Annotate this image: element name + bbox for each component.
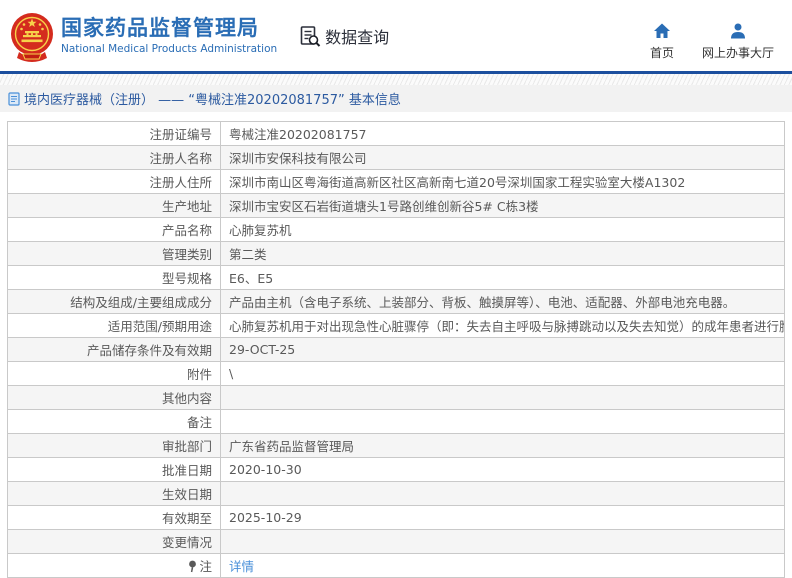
field-value: 深圳市安保科技有限公司 <box>220 145 785 170</box>
table-row: 变更情况 <box>7 529 785 554</box>
org-title-block: 国家药品监督管理局 National Medical Products Admi… <box>61 16 277 54</box>
table-row: 注 详情 <box>7 553 785 578</box>
table-row: 附件 \ <box>7 361 785 386</box>
field-label: 附件 <box>7 361 221 386</box>
hatched-strip <box>0 74 792 85</box>
field-label: 注册证编号 <box>7 121 221 146</box>
table-row: 审批部门 广东省药品监督管理局 <box>7 433 785 458</box>
table-row: 结构及组成/主要组成成分 产品由主机（含电子系统、上装部分、背板、触摸屏等）、电池… <box>7 289 785 314</box>
table-row: 生效日期 <box>7 481 785 506</box>
table-row: 产品名称 心肺复苏机 <box>7 217 785 242</box>
data-query-menu[interactable]: 数据查询 <box>299 24 389 48</box>
field-label: 管理类别 <box>7 241 221 266</box>
field-value: 产品由主机（含电子系统、上装部分、背板、触摸屏等）、电池、适配器、外部电池充电器… <box>220 289 785 314</box>
table-row: 注册证编号 粤械注准20202081757 <box>7 121 785 146</box>
table-row: 注册人住所 深圳市南山区粤海街道高新区社区高新南七道20号深圳国家工程实验室大楼A… <box>7 169 785 194</box>
field-value: 29-OCT-25 <box>220 337 785 362</box>
field-label: 产品名称 <box>7 217 221 242</box>
field-value: 心肺复苏机 <box>220 217 785 242</box>
field-label: 产品储存条件及有效期 <box>7 337 221 362</box>
field-label: 变更情况 <box>7 529 221 554</box>
field-value: 心肺复苏机用于对出现急性心脏骤停（即：失去自主呼吸与脉搏跳动以及失去知觉）的成年… <box>220 313 785 338</box>
table-row: 注册人名称 深圳市安保科技有限公司 <box>7 145 785 170</box>
field-value: 2025-10-29 <box>220 505 785 530</box>
field-label: 批准日期 <box>7 457 221 482</box>
field-label: 型号规格 <box>7 265 221 290</box>
nav-service-hall[interactable]: 网上办事大厅 <box>702 22 774 61</box>
field-value <box>220 385 785 410</box>
field-label: 适用范围/预期用途 <box>7 313 221 338</box>
table-row: 批准日期 2020-10-30 <box>7 457 785 482</box>
nav-service-hall-label: 网上办事大厅 <box>701 46 774 60</box>
registration-detail-table: 注册证编号 粤械注准20202081757 注册人名称 深圳市安保科技有限公司 注册… <box>7 121 785 578</box>
data-query-label: 数据查询 <box>325 27 390 47</box>
field-value <box>220 529 785 554</box>
document-search-icon <box>300 25 321 47</box>
table-row: 型号规格 E6、E5 <box>7 265 785 290</box>
field-value: \ <box>220 361 785 386</box>
field-label: 注册人名称 <box>7 145 221 170</box>
header-nav: 首页 网上办事大厅 <box>650 22 774 61</box>
table-row: 备注 <box>7 409 785 434</box>
table-row: 适用范围/预期用途 心肺复苏机用于对出现急性心脏骤停（即：失去自主呼吸与脉搏跳动以… <box>7 313 785 338</box>
home-icon <box>653 23 670 38</box>
field-value <box>220 409 785 434</box>
field-label: 结构及组成/主要组成成分 <box>7 289 221 314</box>
field-value <box>220 481 785 506</box>
field-value: 2020-10-30 <box>220 457 785 482</box>
field-label: 其他内容 <box>7 385 221 410</box>
field-label: 生产地址 <box>7 193 221 218</box>
org-name-zh: 国家药品监督管理局 <box>61 16 259 41</box>
table-row: 有效期至 2025-10-29 <box>7 505 785 530</box>
field-value: 深圳市南山区粤海街道高新区社区高新南七道20号深圳国家工程实验室大楼A1302 <box>220 169 785 194</box>
field-value: 深圳市宝安区石岩街道塘头1号路创维创新谷5# C栋3楼 <box>220 193 785 218</box>
field-value: 粤械注准20202081757 <box>220 121 785 146</box>
field-value: E6、E5 <box>220 265 785 290</box>
field-value: 广东省药品监督管理局 <box>220 433 785 458</box>
field-label: 生效日期 <box>7 481 221 506</box>
document-icon <box>8 91 20 106</box>
table-row: 生产地址 深圳市宝安区石岩街道塘头1号路创维创新谷5# C栋3楼 <box>7 193 785 218</box>
field-value: 详情 <box>220 553 785 578</box>
table-row: 其他内容 <box>7 385 785 410</box>
breadcrumb-text: 境内医疗器械（注册） —— “粤械注准20202081757” 基本信息 <box>24 93 401 108</box>
detail-table-container: 注册证编号 粤械注准20202081757 注册人名称 深圳市安保科技有限公司 注册… <box>0 112 792 578</box>
site-header: 国家药品监督管理局 National Medical Products Admi… <box>0 0 792 71</box>
nav-home[interactable]: 首页 <box>650 22 674 61</box>
breadcrumb: 境内医疗器械（注册） —— “粤械注准20202081757” 基本信息 <box>0 85 792 112</box>
field-label: 备注 <box>7 409 221 434</box>
field-label-note: 注 <box>7 553 221 578</box>
field-value: 第二类 <box>220 241 785 266</box>
nmpa-national-emblem-logo <box>11 12 53 62</box>
field-label: 注册人住所 <box>7 169 221 194</box>
field-label: 有效期至 <box>7 505 221 530</box>
nav-home-label: 首页 <box>649 46 674 60</box>
table-row: 产品储存条件及有效期 29-OCT-25 <box>7 337 785 362</box>
org-name-en: National Medical Products Administration <box>61 42 278 55</box>
field-label: 审批部门 <box>7 433 221 458</box>
table-row: 管理类别 第二类 <box>7 241 785 266</box>
user-icon <box>730 23 745 39</box>
